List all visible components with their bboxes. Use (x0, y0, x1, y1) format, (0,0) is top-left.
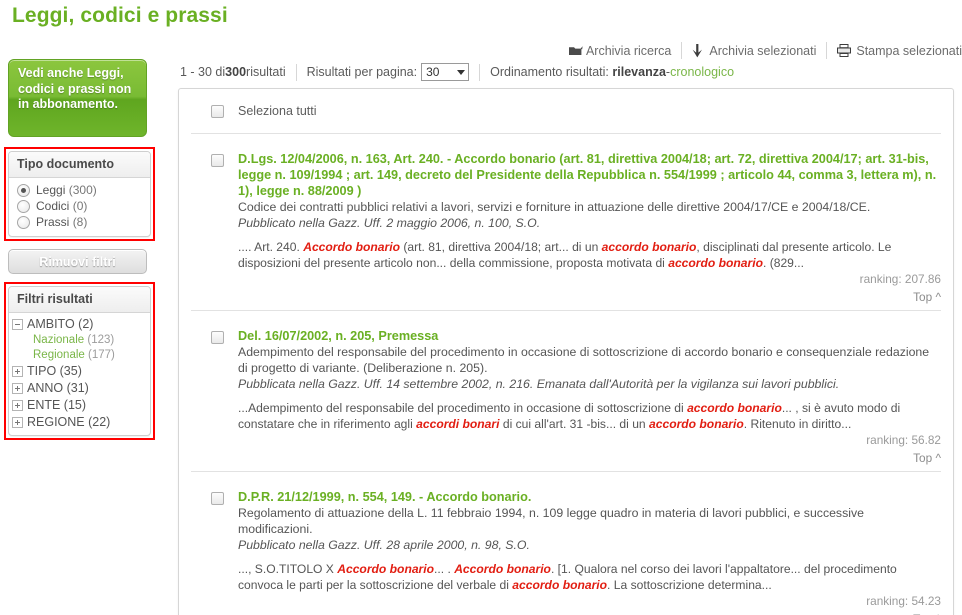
filter-node-ambito[interactable]: AMBITO (2) (12, 316, 146, 333)
result-body: Del. 16/07/2002, n. 205, Premessa Adempi… (238, 328, 941, 465)
results-per-page-select[interactable]: 30 (421, 63, 470, 81)
result-item: D.P.R. 21/12/1999, n. 554, 149. - Accord… (191, 472, 941, 615)
download-arrow-icon (692, 43, 703, 58)
stampa-selezionati-button[interactable]: Stampa selezionati (827, 44, 962, 58)
filter-node-label: ANNO (31) (27, 381, 89, 395)
plus-icon[interactable] (12, 366, 23, 377)
radio-icon[interactable] (17, 183, 30, 197)
rimuovi-filtri-button[interactable]: Rimuovi filtri (8, 249, 147, 274)
tipo-documento-panel: Tipo documento Leggi (300) Codici (0) Pr… (8, 151, 151, 237)
minus-icon[interactable] (12, 319, 23, 330)
radio-label: Prassi (8) (36, 215, 88, 229)
results-per-page: Risultati per pagina: 30 (297, 63, 479, 81)
filter-child-nazionale[interactable]: Nazionale (123) (33, 333, 146, 348)
result-description: Adempimento del responsabile del procedi… (238, 345, 930, 375)
result-item: Del. 16/07/2002, n. 205, Premessa Adempi… (191, 311, 941, 471)
filter-node-label: TIPO (35) (27, 364, 82, 378)
chevron-down-icon (457, 69, 466, 75)
plus-icon[interactable] (12, 400, 23, 411)
filter-child-regionale[interactable]: Regionale (177) (33, 348, 146, 363)
printer-icon (837, 44, 852, 57)
result-checkbox[interactable] (211, 331, 224, 344)
results-per-page-value: 30 (426, 65, 440, 79)
plus-icon[interactable] (12, 417, 23, 428)
archivia-ricerca-button[interactable]: Archivia ricerca (559, 44, 681, 58)
filtri-risultati-panel: Filtri risultati AMBITO (2) Nazionale (1… (8, 286, 151, 436)
folder-icon (568, 45, 583, 57)
results-metabar: 1 - 30 di 300 risultati Risultati per pa… (178, 63, 962, 81)
select-all-checkbox[interactable] (211, 104, 224, 118)
radio-option-prassi[interactable]: Prassi (8) (15, 214, 144, 230)
result-snippet: ..., S.O.TITOLO X Accordo bonario... . A… (238, 562, 897, 592)
result-title-link[interactable]: D.P.R. 21/12/1999, n. 554, 149. - Accord… (238, 489, 941, 505)
filter-node-regione[interactable]: REGIONE (22) (12, 414, 146, 431)
filter-node-label: AMBITO (2) (27, 317, 94, 331)
results-panel: Seleziona tutti D.Lgs. 12/04/2006, n. 16… (178, 88, 954, 615)
result-ranking: ranking: 54.23 (866, 594, 941, 608)
result-ranking: ranking: 207.86 (859, 272, 941, 286)
result-ranking: ranking: 56.82 (866, 433, 941, 447)
archivia-selezionati-label: Archivia selezionati (709, 43, 817, 58)
result-checkbox[interactable] (211, 492, 224, 505)
filter-node-tipo[interactable]: TIPO (35) (12, 363, 146, 380)
result-description: Regolamento di attuazione della L. 11 fe… (238, 506, 864, 536)
filter-children-ambito: Nazionale (123) Regionale (177) (12, 333, 146, 363)
tipo-documento-highlight-frame: Tipo documento Leggi (300) Codici (0) Pr… (4, 147, 155, 241)
result-description: Codice dei contratti pubblici relativi a… (238, 200, 871, 214)
archivia-ricerca-label: Archivia ricerca (585, 43, 672, 58)
sidebar: Vedi anche Leggi, codici e prassi non in… (0, 55, 172, 440)
result-source: Pubblicata nella Gazz. Uff. 14 settembre… (238, 377, 840, 391)
filter-tree: AMBITO (2) Nazionale (123) Regionale (17… (9, 313, 150, 435)
radio-label: Codici (0) (36, 199, 88, 213)
result-checkbox[interactable] (211, 154, 224, 167)
ordering-cronologico-link[interactable]: cronologico (670, 65, 734, 79)
results-ordering: Ordinamento risultati: rilevanza - crono… (490, 65, 735, 79)
select-all-row[interactable]: Seleziona tutti (191, 89, 941, 133)
tipo-documento-header: Tipo documento (9, 152, 150, 178)
top-link[interactable]: Top ^ (238, 290, 941, 304)
results-toolbar: Archivia ricerca Archivia selezionati St… (559, 42, 962, 59)
stampa-selezionati-label: Stampa selezionati (856, 43, 962, 58)
promo-banner[interactable]: Vedi anche Leggi, codici e prassi non in… (8, 59, 147, 137)
plus-icon[interactable] (12, 383, 23, 394)
result-body: D.P.R. 21/12/1999, n. 554, 149. - Accord… (238, 489, 941, 615)
radio-option-leggi[interactable]: Leggi (300) (15, 182, 144, 198)
result-snippet: .... Art. 240. Accordo bonario (art. 81,… (238, 240, 892, 270)
result-range: 1 - 30 di 300 risultati (180, 65, 286, 79)
select-all-label: Seleziona tutti (238, 104, 317, 118)
radio-label: Leggi (300) (36, 183, 97, 197)
tipo-documento-options: Leggi (300) Codici (0) Prassi (8) (9, 178, 150, 236)
main-content: Archivia ricerca Archivia selezionati St… (172, 0, 962, 615)
ordering-current: rilevanza (612, 65, 666, 79)
result-source: Pubblicato nella Gazz. Uff. 2 maggio 200… (238, 216, 541, 230)
radio-icon[interactable] (17, 215, 30, 229)
filter-node-ente[interactable]: ENTE (15) (12, 397, 146, 414)
filter-node-label: REGIONE (22) (27, 415, 111, 429)
result-body: D.Lgs. 12/04/2006, n. 163, Art. 240. - A… (238, 151, 941, 304)
results-per-page-label: Risultati per pagina: (306, 65, 418, 79)
result-item: D.Lgs. 12/04/2006, n. 163, Art. 240. - A… (191, 134, 941, 310)
result-title-link[interactable]: D.Lgs. 12/04/2006, n. 163, Art. 240. - A… (238, 151, 941, 199)
result-source: Pubblicato nella Gazz. Uff. 28 aprile 20… (238, 538, 530, 552)
result-snippet: ...Adempimento del responsabile del proc… (238, 401, 901, 431)
archivia-selezionati-button[interactable]: Archivia selezionati (682, 43, 826, 58)
radio-option-codici[interactable]: Codici (0) (15, 198, 144, 214)
radio-icon[interactable] (17, 199, 30, 213)
search-results-page: Leggi, codici e prassi Vedi anche Leggi,… (0, 0, 962, 615)
filtri-risultati-header: Filtri risultati (9, 287, 150, 313)
top-link[interactable]: Top ^ (238, 451, 941, 465)
filter-node-label: ENTE (15) (27, 398, 87, 412)
ordering-label: Ordinamento risultati: (490, 65, 609, 79)
result-title-link[interactable]: Del. 16/07/2002, n. 205, Premessa (238, 328, 941, 344)
filtri-risultati-highlight-frame: Filtri risultati AMBITO (2) Nazionale (1… (4, 282, 155, 440)
filter-node-anno[interactable]: ANNO (31) (12, 380, 146, 397)
